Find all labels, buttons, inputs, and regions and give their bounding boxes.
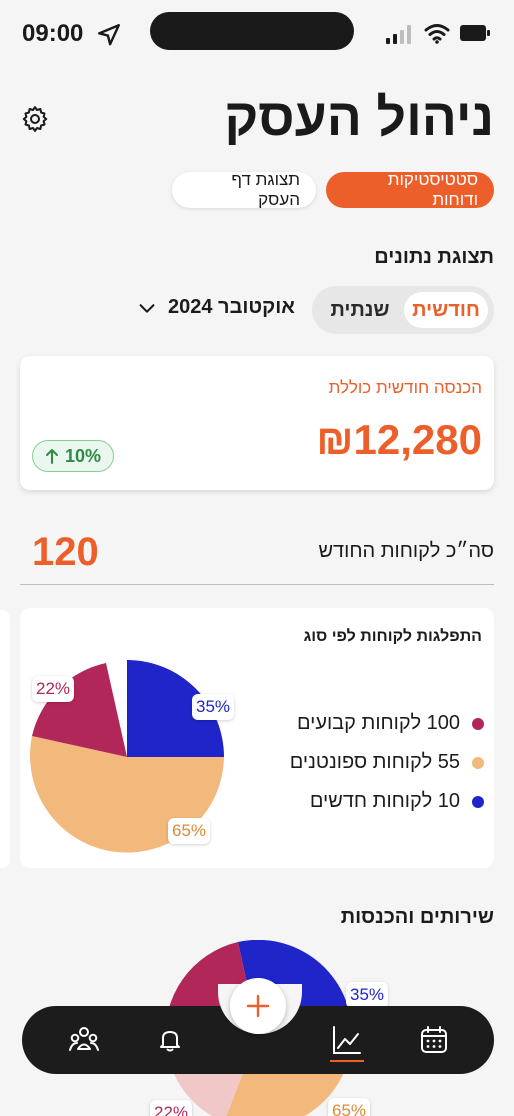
pie-label-35: 35% xyxy=(192,694,235,720)
legend-label: 100 לקוחות קבועים xyxy=(296,712,460,734)
legend-item-regular: 100 לקוחות קבועים xyxy=(290,704,484,743)
legend-label: 55 לקוחות ספונטנים xyxy=(289,751,460,773)
tab-business-page-view[interactable]: תצוגת דף העסק xyxy=(172,170,316,209)
distribution-legend: 100 לקוחות קבועים 55 לקוחות ספונטנים 10 … xyxy=(290,704,484,821)
pie-label-65: 65% xyxy=(168,818,211,844)
legend-dot xyxy=(472,756,484,769)
segment-yearly[interactable]: שנתית xyxy=(318,292,402,328)
plus-icon xyxy=(246,994,270,1018)
legend-item-spontaneous: 55 לקוחות ספונטנים xyxy=(290,743,484,782)
services-label-22: 22% xyxy=(150,1100,193,1116)
data-view-label: תצוגת נתונים xyxy=(374,246,494,268)
growth-value: 10% xyxy=(65,445,102,466)
customer-distribution-card: התפלגות לקוחות לפי סוג 22% 35% 65% 100 ל… xyxy=(20,608,494,868)
services-label-65: 65% xyxy=(328,1098,371,1116)
settings-gear-icon[interactable] xyxy=(20,104,50,134)
services-title: שירותים והכנסות xyxy=(340,906,494,928)
segment-monthly[interactable]: חודשית xyxy=(404,292,488,328)
nav-calendar[interactable] xyxy=(412,1018,456,1062)
camera-notch xyxy=(150,12,354,50)
location-arrow-icon xyxy=(98,24,120,46)
legend-dot xyxy=(472,717,484,730)
chart-icon xyxy=(333,1026,361,1054)
revenue-card: הכנסה חודשית כוללת ₪12,280 10% xyxy=(20,356,494,490)
signal-icon xyxy=(386,24,411,44)
add-button[interactable] xyxy=(230,978,286,1034)
legend-label: 10 לקוחות חדשים xyxy=(309,790,460,812)
calendar-icon xyxy=(421,1026,447,1053)
chevron-down-icon xyxy=(139,303,155,313)
nav-statistics[interactable] xyxy=(325,1018,369,1062)
nav-active-indicator xyxy=(330,1060,364,1062)
page-title: ניהול העסק xyxy=(224,89,494,147)
nav-notifications[interactable] xyxy=(148,1018,192,1062)
pie-label-22: 22% xyxy=(32,676,75,702)
divider xyxy=(20,584,494,585)
period-segmented-control: חודשית שנתית xyxy=(312,286,494,334)
battery-icon xyxy=(460,25,490,41)
customers-label: סה״כ לקוחות החודש xyxy=(318,540,494,562)
distribution-title: התפלגות לקוחות לפי סוג xyxy=(303,628,482,645)
legend-dot xyxy=(472,795,484,808)
arrow-up-icon xyxy=(46,449,58,464)
revenue-value: ₪12,280 xyxy=(316,416,482,463)
services-label-35: 35% xyxy=(346,982,389,1008)
customers-total: 120 xyxy=(32,530,99,574)
legend-item-new: 10 לקוחות חדשים xyxy=(290,782,484,821)
carousel-prev-card-edge[interactable] xyxy=(0,610,10,868)
month-selector[interactable]: אוקטובר 2024 xyxy=(136,296,295,319)
wifi-icon xyxy=(424,24,450,44)
bell-icon xyxy=(160,1031,180,1052)
people-icon xyxy=(69,1027,99,1051)
month-selector-value: אוקטובר 2024 xyxy=(168,296,295,318)
nav-customers[interactable] xyxy=(62,1018,106,1062)
revenue-label: הכנסה חודשית כוללת xyxy=(328,378,482,397)
growth-badge: 10% xyxy=(32,440,115,472)
status-time: 09:00 xyxy=(22,20,84,47)
tab-statistics-reports[interactable]: סטטיסטיקות ודוחות xyxy=(326,170,494,209)
